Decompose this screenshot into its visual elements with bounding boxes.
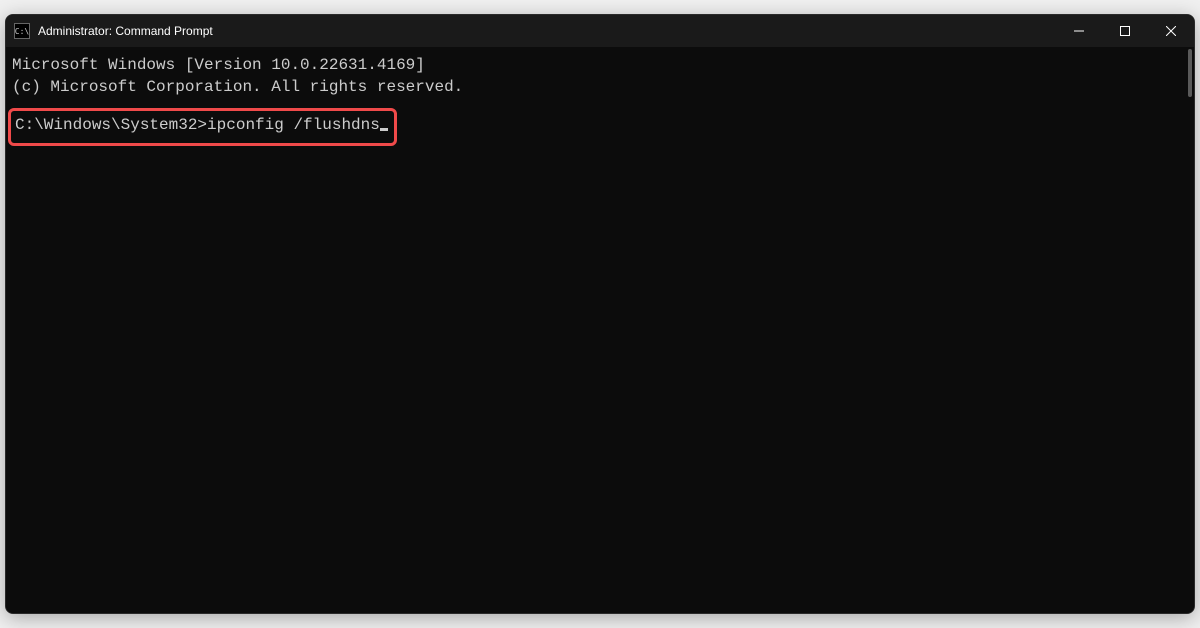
- close-button[interactable]: [1148, 15, 1194, 47]
- titlebar-left: C:\ Administrator: Command Prompt: [14, 23, 213, 39]
- command-highlight-annotation: C:\Windows\System32>ipconfig /flushdns: [8, 108, 397, 146]
- window-title: Administrator: Command Prompt: [38, 24, 213, 38]
- window-controls: [1056, 15, 1194, 47]
- typed-command[interactable]: ipconfig /flushdns: [207, 116, 380, 134]
- maximize-button[interactable]: [1102, 15, 1148, 47]
- prompt-line: C:\Windows\System32>ipconfig /flushdns: [15, 115, 388, 137]
- minimize-button[interactable]: [1056, 15, 1102, 47]
- prompt-path: C:\Windows\System32>: [15, 116, 207, 134]
- minimize-icon: [1074, 26, 1084, 36]
- banner-line-2: (c) Microsoft Corporation. All rights re…: [12, 77, 1188, 99]
- command-prompt-window: C:\ Administrator: Command Prompt Micros…: [5, 14, 1195, 614]
- maximize-icon: [1120, 26, 1130, 36]
- titlebar[interactable]: C:\ Administrator: Command Prompt: [6, 15, 1194, 47]
- terminal-body[interactable]: Microsoft Windows [Version 10.0.22631.41…: [6, 47, 1194, 613]
- scrollbar-track[interactable]: [1182, 49, 1192, 607]
- cmd-icon: C:\: [14, 23, 30, 39]
- close-icon: [1166, 26, 1176, 36]
- text-cursor: [380, 128, 388, 131]
- banner-line-1: Microsoft Windows [Version 10.0.22631.41…: [12, 55, 1188, 77]
- scrollbar-thumb[interactable]: [1188, 49, 1192, 97]
